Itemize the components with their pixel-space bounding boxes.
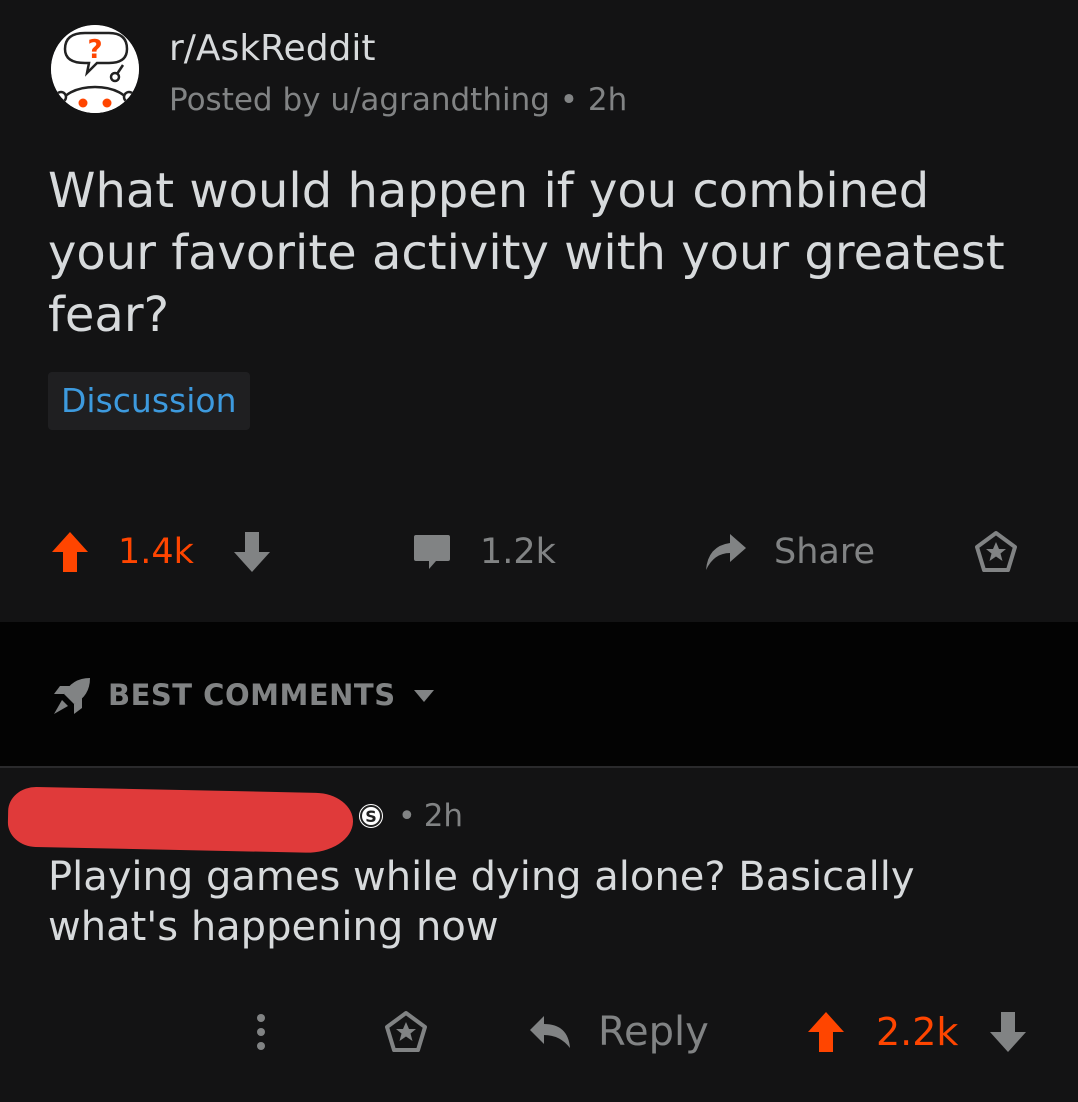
svg-text:S: S	[365, 807, 377, 826]
share-label: Share	[774, 532, 876, 572]
downvote-button[interactable]	[232, 520, 272, 584]
comments-button[interactable]: 1.2k	[412, 520, 556, 584]
award-icon	[385, 1011, 427, 1052]
comment-award-button[interactable]	[384, 1000, 428, 1064]
award-icon	[975, 531, 1017, 572]
rocket-icon	[54, 678, 90, 714]
askreddit-icon: ?	[51, 25, 139, 113]
share-arrow-icon	[706, 534, 746, 570]
chevron-down-icon	[414, 690, 434, 702]
username-redaction	[7, 786, 354, 854]
svg-text:?: ?	[87, 35, 102, 65]
comment-vote-count: 2.2k	[876, 1010, 959, 1054]
comment-meta: S • 2h	[356, 798, 463, 834]
post-vote-count: 1.4k	[118, 532, 194, 572]
reply-button[interactable]: Reply	[528, 1000, 709, 1064]
post-flair[interactable]: Discussion	[48, 372, 250, 430]
upvote-arrow-icon	[808, 1012, 844, 1052]
upvote-button[interactable]	[50, 520, 90, 584]
more-vertical-icon	[257, 1014, 265, 1050]
subreddit-avatar[interactable]: ?	[51, 25, 139, 113]
comment-upvote-button[interactable]	[806, 1000, 846, 1064]
post-meta: Posted by u/agrandthing • 2h	[169, 82, 628, 118]
meta-separator: •	[398, 798, 416, 834]
award-button[interactable]	[974, 520, 1018, 584]
subreddit-name[interactable]: r/AskReddit	[169, 28, 376, 69]
comment-action-bar: Reply 2.2k	[0, 1000, 1078, 1064]
post-action-bar: 1.4k 1.2k Share	[0, 520, 1078, 584]
comment-downvote-button[interactable]	[988, 1000, 1028, 1064]
sort-label[interactable]: BEST COMMENTS	[108, 678, 396, 712]
comment-count: 1.2k	[480, 532, 556, 572]
share-button[interactable]: Share	[702, 520, 875, 584]
more-options-button[interactable]	[248, 1000, 274, 1064]
downvote-arrow-icon	[234, 532, 270, 572]
comment-timestamp: 2h	[423, 798, 464, 834]
downvote-arrow-icon	[990, 1012, 1026, 1052]
reply-arrow-icon	[530, 1016, 570, 1048]
user-flair-icon: S	[357, 802, 385, 830]
post-card: ? r/AskReddit Posted by u/agrandthing • …	[0, 0, 1078, 622]
reply-label: Reply	[598, 1009, 709, 1055]
comment-bubble-icon	[414, 535, 450, 569]
comment-text: Playing games while dying alone? Basical…	[48, 854, 915, 950]
upvote-arrow-icon	[52, 532, 88, 572]
post-title[interactable]: What would happen if you combined your f…	[48, 160, 1048, 346]
